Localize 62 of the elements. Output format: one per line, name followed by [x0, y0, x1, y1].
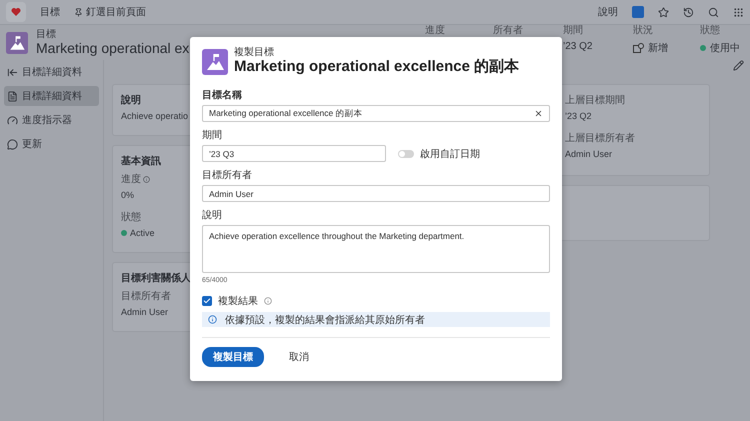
field-value: ’23 Q2 [563, 41, 594, 52]
card-title: 基本資訊 [121, 154, 162, 168]
document-icon [7, 90, 18, 102]
nav-link[interactable]: 目標 [40, 5, 60, 19]
field-value: Active [121, 228, 198, 238]
goal-icon [202, 48, 228, 74]
back-icon [7, 66, 18, 78]
card-title: 目標利害關係人 [121, 271, 192, 285]
status-icon [633, 43, 644, 53]
field-label: 上層目標所有者 [565, 132, 636, 145]
field-label: 目標名稱 [202, 88, 243, 102]
field-label: 進度 [425, 26, 446, 36]
checkbox-label: 複製結果 [218, 294, 258, 308]
field-label: 進度 [121, 172, 198, 186]
logo[interactable] [6, 2, 26, 22]
field-value: Achieve operatio [121, 111, 190, 121]
name-field[interactable]: Marketing operational excellence 的副本 [202, 105, 550, 122]
goal-icon [6, 32, 28, 54]
app-grid-icon[interactable] [733, 6, 744, 18]
field-value: 新增 [633, 41, 700, 55]
notice-text: 依據預設，複製的結果會指派給其原始所有者 [225, 314, 425, 326]
period-field[interactable]: ’23 Q3 [202, 145, 386, 162]
gauge-icon [7, 114, 18, 126]
field-label: 狀態 [121, 210, 142, 224]
field-label: 目標所有者 [202, 168, 253, 182]
dialog-eyebrow: 複製目標 [234, 47, 275, 58]
pin-icon [74, 8, 83, 16]
field-value: Admin User [565, 149, 614, 159]
field-value: Admin User [121, 307, 170, 317]
chat-bubble-icon [7, 138, 18, 150]
field-value: 使用中 [700, 41, 750, 55]
nav-link[interactable]: 釘選目前頁面 [74, 5, 146, 19]
field-label: 目標所有者 [121, 290, 172, 303]
description-field[interactable]: Achieve operation excellence throughout the Marketing department. [202, 225, 550, 273]
field-label: 說明 [202, 208, 223, 222]
toggle-label: 啟用自訂日期 [420, 148, 480, 160]
page-title: Marketing operational ex [36, 40, 190, 56]
field-label: 狀況 [633, 26, 654, 36]
cancel-button[interactable]: 取消 [278, 347, 320, 367]
card-title: 說明 [121, 94, 142, 107]
owner-field[interactable]: Admin User [202, 185, 550, 202]
info-icon [208, 315, 217, 324]
info-icon [264, 297, 272, 305]
field-value: 0% [121, 190, 136, 200]
checkbox[interactable] [202, 296, 212, 306]
search-icon[interactable] [708, 6, 719, 18]
help-link[interactable]: 說明 [598, 5, 618, 19]
history-icon[interactable] [683, 6, 694, 18]
toggle-switch[interactable] [398, 150, 414, 158]
edit-icon[interactable] [733, 60, 744, 71]
field-value: ’23 Q2 [565, 111, 593, 121]
star-icon[interactable] [658, 6, 669, 18]
field-label: 狀態 [700, 26, 721, 36]
field-label: 期間 [202, 128, 223, 142]
field-label: 上層目標期間 [565, 94, 626, 107]
dialog-title: Marketing operational excellence 的副本 [234, 58, 520, 76]
page-eyebrow: 目標 [36, 28, 57, 40]
duplicate-button[interactable]: 複製目標 [202, 347, 264, 367]
sidebar-item[interactable]: 目標詳細資料 [4, 86, 99, 106]
field-label: 期間 [563, 26, 584, 36]
field-label: 所有者 [493, 26, 524, 36]
clear-icon[interactable] [534, 109, 543, 118]
